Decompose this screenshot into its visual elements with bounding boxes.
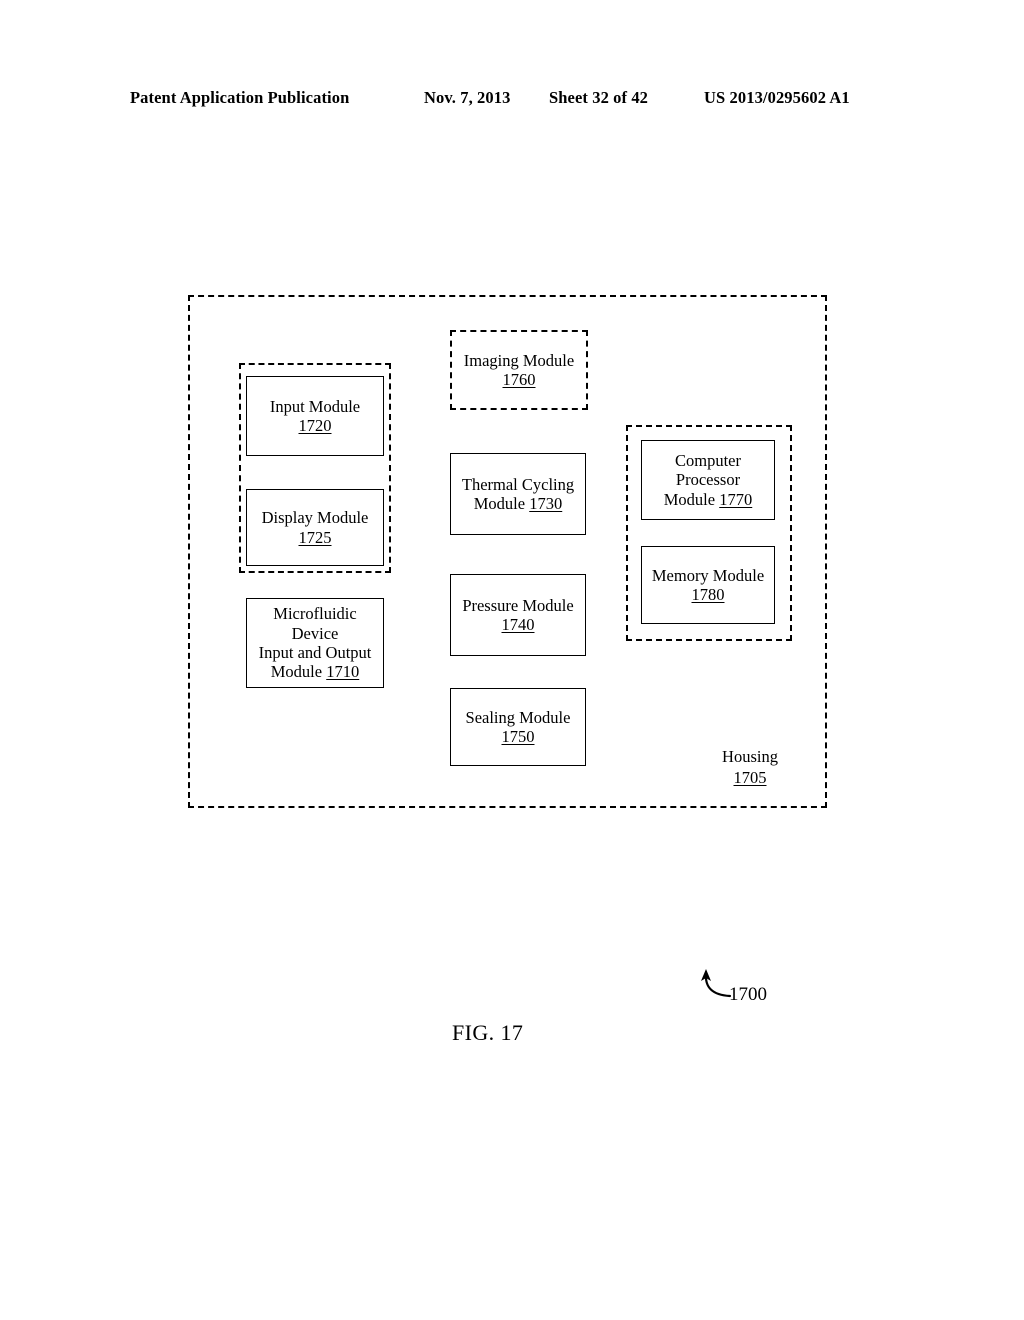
module-thermal-cycling-line1: Thermal Cycling — [461, 474, 575, 494]
module-pressure[interactable]: Pressure Module 1740 — [450, 574, 586, 656]
module-sealing-label: Sealing Module — [465, 707, 571, 727]
module-computer-processor-ref: 1770 — [719, 489, 753, 509]
module-display-label: Display Module — [261, 508, 369, 528]
module-computer-processor-line3: Module — [663, 489, 720, 509]
module-imaging[interactable]: Imaging Module 1760 — [450, 330, 588, 410]
module-microfluidic-line1: Microfluidic — [273, 604, 357, 624]
module-microfluidic-line3: Input and Output — [258, 643, 372, 662]
figure-caption: FIG. 17 — [452, 1020, 524, 1045]
module-microfluidic-device-io[interactable]: Microfluidic Device Input and Output Mod… — [246, 598, 384, 688]
module-display-ref: 1725 — [298, 527, 332, 547]
module-input-ref: 1720 — [298, 416, 332, 435]
module-imaging-label: Imaging Module — [463, 350, 575, 370]
module-input-label: Input Module — [269, 396, 361, 416]
module-imaging-ref: 1760 — [502, 370, 536, 389]
module-computer-processor-line1: Computer — [675, 450, 741, 470]
module-input[interactable]: Input Module 1720 — [246, 376, 384, 456]
module-memory-ref: 1780 — [691, 585, 725, 604]
module-memory-label: Memory Module — [651, 565, 765, 585]
module-sealing-ref: 1750 — [501, 727, 535, 746]
module-thermal-cycling-line2: Module — [473, 494, 530, 513]
module-pressure-label: Pressure Module — [462, 595, 574, 615]
module-computer-processor[interactable]: Computer Processor Module 1770 — [641, 440, 775, 520]
module-microfluidic-line2: Device — [291, 623, 339, 643]
housing-label-block: Housing 1705 — [700, 747, 800, 788]
housing-ref: 1705 — [733, 767, 767, 787]
module-microfluidic-ref: 1710 — [326, 662, 360, 682]
leader-label-1700: 1700 — [729, 984, 767, 1005]
module-display[interactable]: Display Module 1725 — [246, 489, 384, 566]
module-pressure-ref: 1740 — [501, 615, 535, 634]
module-memory[interactable]: Memory Module 1780 — [641, 546, 775, 624]
module-sealing[interactable]: Sealing Module 1750 — [450, 688, 586, 766]
housing-label-text: Housing — [722, 747, 778, 766]
patent-figure: Input Module 1720 Display Module 1725 Mi… — [0, 0, 1024, 1320]
module-thermal-cycling-ref: 1730 — [529, 494, 563, 513]
module-microfluidic-line4: Module — [270, 662, 327, 682]
module-thermal-cycling[interactable]: Thermal Cycling Module 1730 — [450, 453, 586, 535]
module-computer-processor-line2: Processor — [675, 470, 741, 490]
